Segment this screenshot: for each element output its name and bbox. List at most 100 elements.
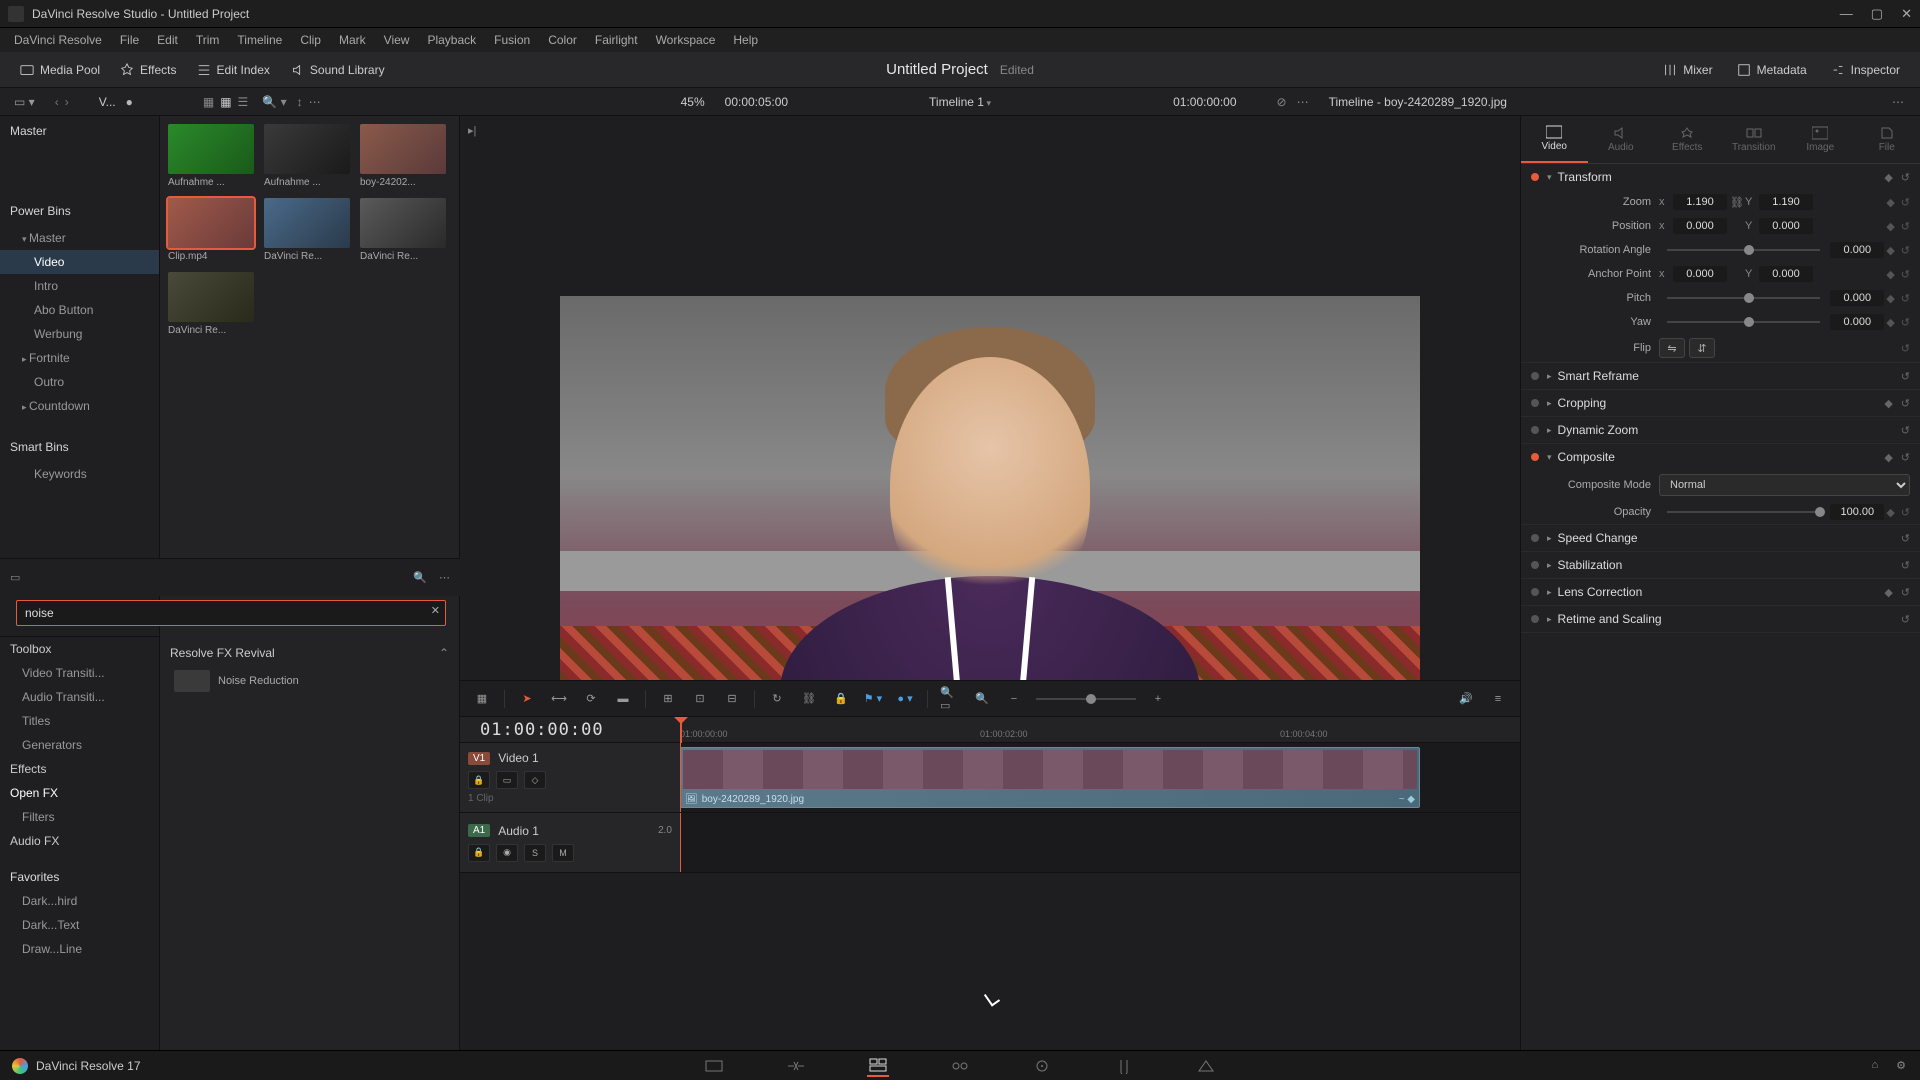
nav-back-icon[interactable]: ‹ — [55, 95, 59, 109]
pitch-slider[interactable] — [1667, 297, 1820, 299]
fx-item-noise-reduction[interactable]: Noise Reduction — [170, 664, 449, 698]
mixer-button[interactable]: Mixer — [1653, 59, 1722, 81]
timeline-clip[interactable]: 🖼boy-2420289_1920.jpg ~ ◆ — [680, 747, 1420, 808]
yaw-slider[interactable] — [1667, 321, 1820, 323]
inspector-tab-image[interactable]: Image — [1787, 116, 1854, 163]
bin-intro[interactable]: Intro — [0, 274, 159, 298]
flip-v-button[interactable]: ⇵ — [1689, 338, 1715, 358]
lock-icon[interactable]: 🔒 — [831, 689, 851, 709]
bin-fortnite[interactable]: Fortnite — [0, 346, 159, 370]
anchor-y[interactable]: 0.000 — [1759, 266, 1813, 282]
zoom-in-icon[interactable]: + — [1148, 689, 1168, 709]
close-icon[interactable]: ✕ — [1901, 6, 1912, 22]
fx-generators[interactable]: Generators — [0, 733, 159, 757]
menu-playback[interactable]: Playback — [419, 30, 484, 50]
sound-library-button[interactable]: Sound Library — [280, 59, 395, 81]
fx-filters[interactable]: Filters — [0, 805, 159, 829]
fx-video-transitions[interactable]: Video Transiti... — [0, 661, 159, 685]
inspector-more-icon[interactable]: ⋯ — [1892, 95, 1904, 109]
master-bin[interactable]: Master — [0, 116, 159, 146]
fx-audiofx[interactable]: Audio FX — [0, 829, 159, 853]
fx-search-clear-icon[interactable]: ✕ — [431, 604, 440, 617]
effects-button[interactable]: Effects — [110, 59, 186, 81]
tl-view-icon[interactable]: ▦ — [472, 689, 492, 709]
record-icon[interactable]: ● — [126, 95, 133, 109]
match-frame-icon[interactable]: ▸| — [468, 124, 476, 137]
fx-lib-icon[interactable]: ▭ — [10, 571, 20, 584]
fx-fav2[interactable]: Dark...Text — [0, 913, 159, 937]
fx-more-icon[interactable]: ⋯ — [439, 571, 450, 584]
menu-trim[interactable]: Trim — [188, 30, 228, 50]
page-media-icon[interactable] — [703, 1055, 725, 1077]
composite-mode-select[interactable]: Normal — [1659, 474, 1910, 496]
fx-group-title[interactable]: Resolve FX Revival⌃ — [170, 642, 449, 664]
zoom-y[interactable]: 1.190 — [1759, 194, 1813, 210]
media-thumb[interactable]: DaVinci Re... — [264, 198, 350, 262]
zoom-out-icon[interactable]: − — [1004, 689, 1024, 709]
fx-audio-transitions[interactable]: Audio Transiti... — [0, 685, 159, 709]
settings-icon[interactable]: ⚙ — [1896, 1059, 1906, 1072]
track-mute-icon[interactable]: M — [552, 844, 574, 862]
replace-icon[interactable]: ⊟ — [722, 689, 742, 709]
view-label[interactable]: V... — [99, 95, 116, 109]
bin-keywords[interactable]: Keywords — [0, 462, 159, 486]
zoom-fit-icon[interactable]: 🔍▭ — [940, 689, 960, 709]
lens-header[interactable]: ▸Lens Correction◆↺ — [1521, 579, 1920, 605]
metadata-button[interactable]: Metadata — [1727, 59, 1817, 81]
minimize-icon[interactable]: — — [1840, 6, 1853, 22]
selection-tool-icon[interactable]: ➤ — [517, 689, 537, 709]
inspector-tab-file[interactable]: File — [1854, 116, 1920, 163]
playhead[interactable] — [680, 717, 682, 743]
zoom-slider[interactable] — [1036, 698, 1136, 700]
inspector-tab-audio[interactable]: Audio — [1588, 116, 1655, 163]
smart-reframe-header[interactable]: ▸Smart Reframe↺ — [1521, 363, 1920, 389]
retime-icon[interactable]: ↻ — [767, 689, 787, 709]
inspector-tab-effects[interactable]: Effects — [1654, 116, 1721, 163]
menu-clip[interactable]: Clip — [292, 30, 329, 50]
rotation-value[interactable]: 0.000 — [1830, 242, 1884, 258]
search-icon[interactable]: 🔍 ▾ — [262, 95, 286, 109]
pitch-value[interactable]: 0.000 — [1830, 290, 1884, 306]
page-fairlight-icon[interactable] — [1113, 1055, 1135, 1077]
maximize-icon[interactable]: ▢ — [1871, 6, 1883, 22]
bin-view-icon[interactable]: ▭ ▾ — [14, 95, 35, 109]
menu-color[interactable]: Color — [540, 30, 585, 50]
trim-tool-icon[interactable]: ⟷ — [549, 689, 569, 709]
cropping-header[interactable]: ▸Cropping◆↺ — [1521, 390, 1920, 416]
list-view-icon[interactable]: ☰ — [238, 95, 249, 109]
page-deliver-icon[interactable] — [1195, 1055, 1217, 1077]
opacity-slider[interactable] — [1667, 511, 1820, 513]
speed-header[interactable]: ▸Speed Change↺ — [1521, 525, 1920, 551]
transform-header[interactable]: ▾Transform◆↺ — [1521, 164, 1920, 190]
pos-x[interactable]: 0.000 — [1673, 218, 1727, 234]
retime-header[interactable]: ▸Retime and Scaling↺ — [1521, 606, 1920, 632]
menu-timeline[interactable]: Timeline — [229, 30, 290, 50]
media-thumb[interactable]: DaVinci Re... — [360, 198, 446, 262]
track-header-v1[interactable]: V1Video 1 🔒▭◇ 1 Clip — [460, 743, 680, 812]
media-thumb[interactable]: boy-24202... — [360, 124, 446, 188]
anchor-x[interactable]: 0.000 — [1673, 266, 1727, 282]
inspector-tab-video[interactable]: Video — [1521, 116, 1588, 163]
track-lock-icon[interactable]: 🔒 — [468, 844, 490, 862]
pos-y[interactable]: 0.000 — [1759, 218, 1813, 234]
nav-fwd-icon[interactable]: › — [65, 95, 69, 109]
rotation-slider[interactable] — [1667, 249, 1820, 251]
track-tag[interactable]: A1 — [468, 824, 490, 837]
page-fusion-icon[interactable] — [949, 1055, 971, 1077]
viewer-zoom[interactable]: 45% — [681, 95, 705, 109]
fx-openfx[interactable]: Open FX — [0, 781, 159, 805]
menu-resolve[interactable]: DaVinci Resolve — [6, 30, 110, 50]
menu-help[interactable]: Help — [725, 30, 766, 50]
timeline-name[interactable]: Timeline 1 — [929, 95, 991, 109]
bin-master[interactable]: Master — [0, 226, 159, 250]
bin-outro[interactable]: Outro — [0, 370, 159, 394]
track-auto-icon[interactable]: ▭ — [496, 771, 518, 789]
fx-fav3[interactable]: Draw...Line — [0, 937, 159, 961]
page-color-icon[interactable] — [1031, 1055, 1053, 1077]
link-icon[interactable]: ⛓ — [799, 689, 819, 709]
bin-countdown[interactable]: Countdown — [0, 394, 159, 418]
blade-tool-icon[interactable]: ▬ — [613, 689, 633, 709]
opacity-value[interactable]: 100.00 — [1830, 504, 1884, 520]
marker-tool-icon[interactable]: ● ▾ — [895, 689, 915, 709]
fx-search-input[interactable] — [16, 600, 446, 626]
